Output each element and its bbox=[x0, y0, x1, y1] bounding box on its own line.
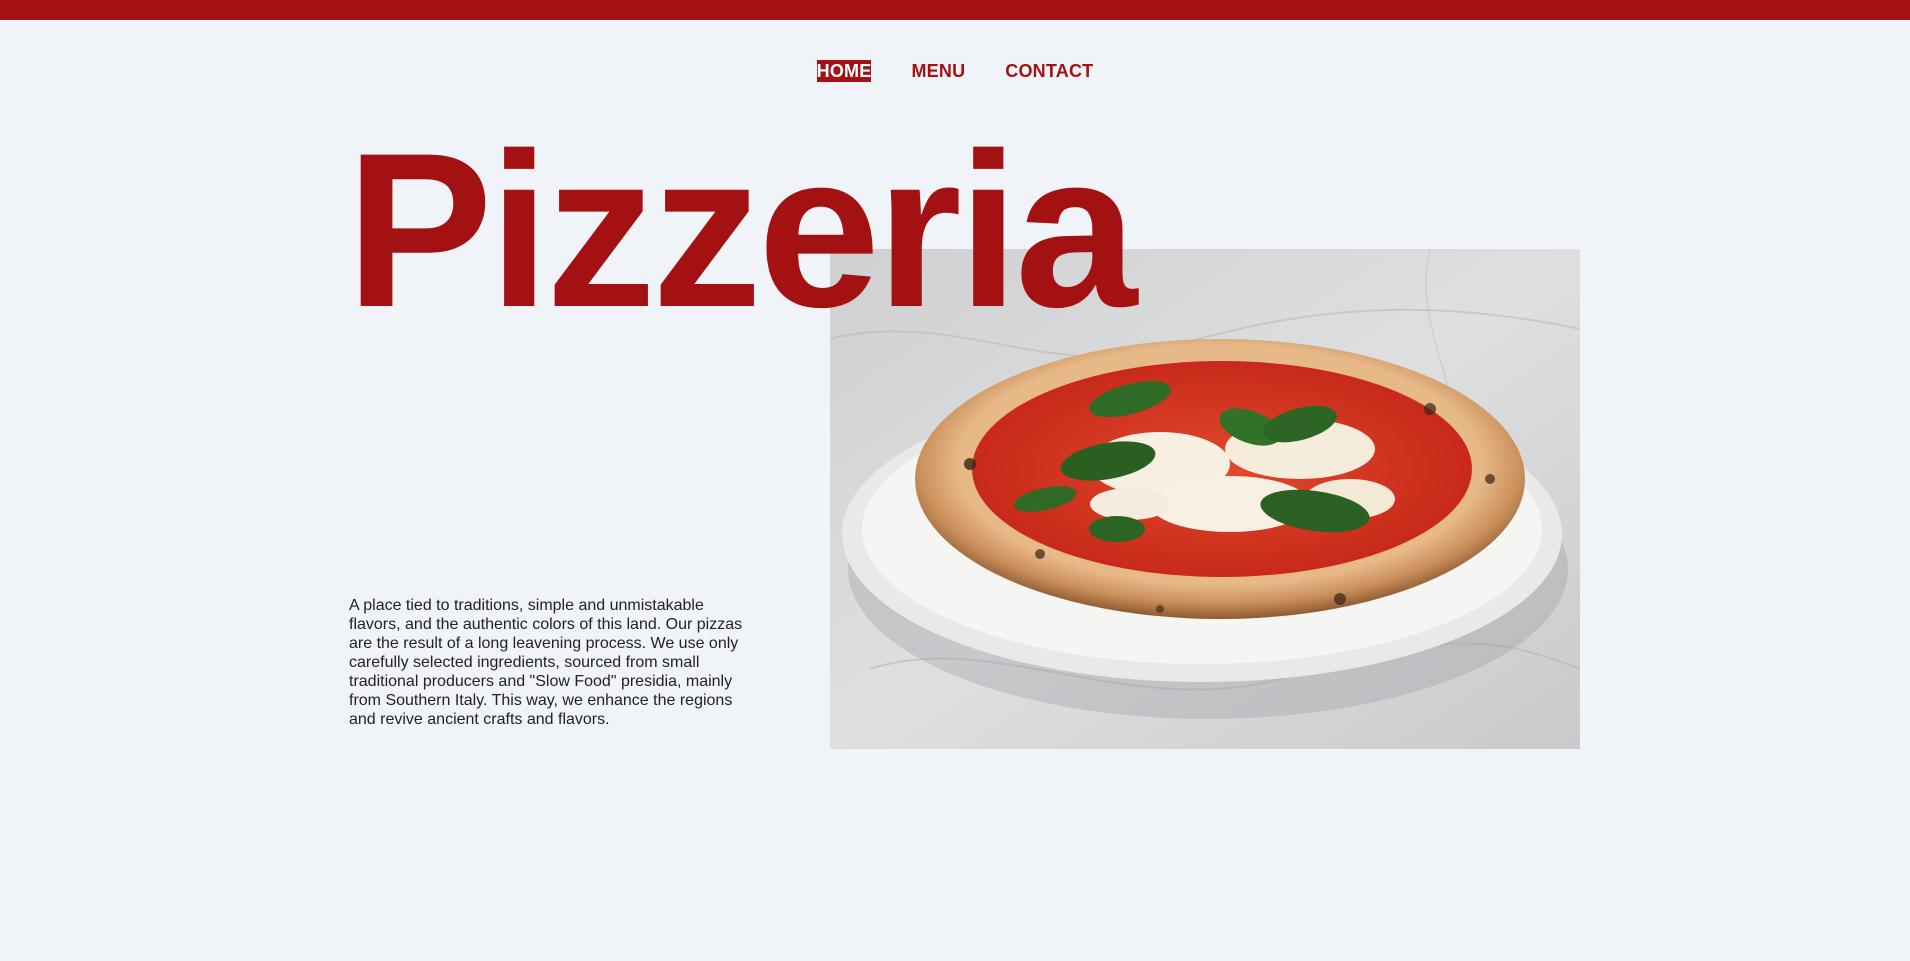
intro-description: A place tied to traditions, simple and u… bbox=[349, 597, 743, 728]
nav-home-link[interactable]: HOME bbox=[816, 60, 872, 82]
page-title: Pizzeria bbox=[346, 107, 1137, 353]
top-brand-bar bbox=[0, 0, 1910, 20]
nav-contact-link[interactable]: CONTACT bbox=[1005, 60, 1093, 82]
nav-menu-link[interactable]: MENU bbox=[911, 60, 965, 82]
main-nav: HOME MENU CONTACT bbox=[0, 60, 1910, 82]
